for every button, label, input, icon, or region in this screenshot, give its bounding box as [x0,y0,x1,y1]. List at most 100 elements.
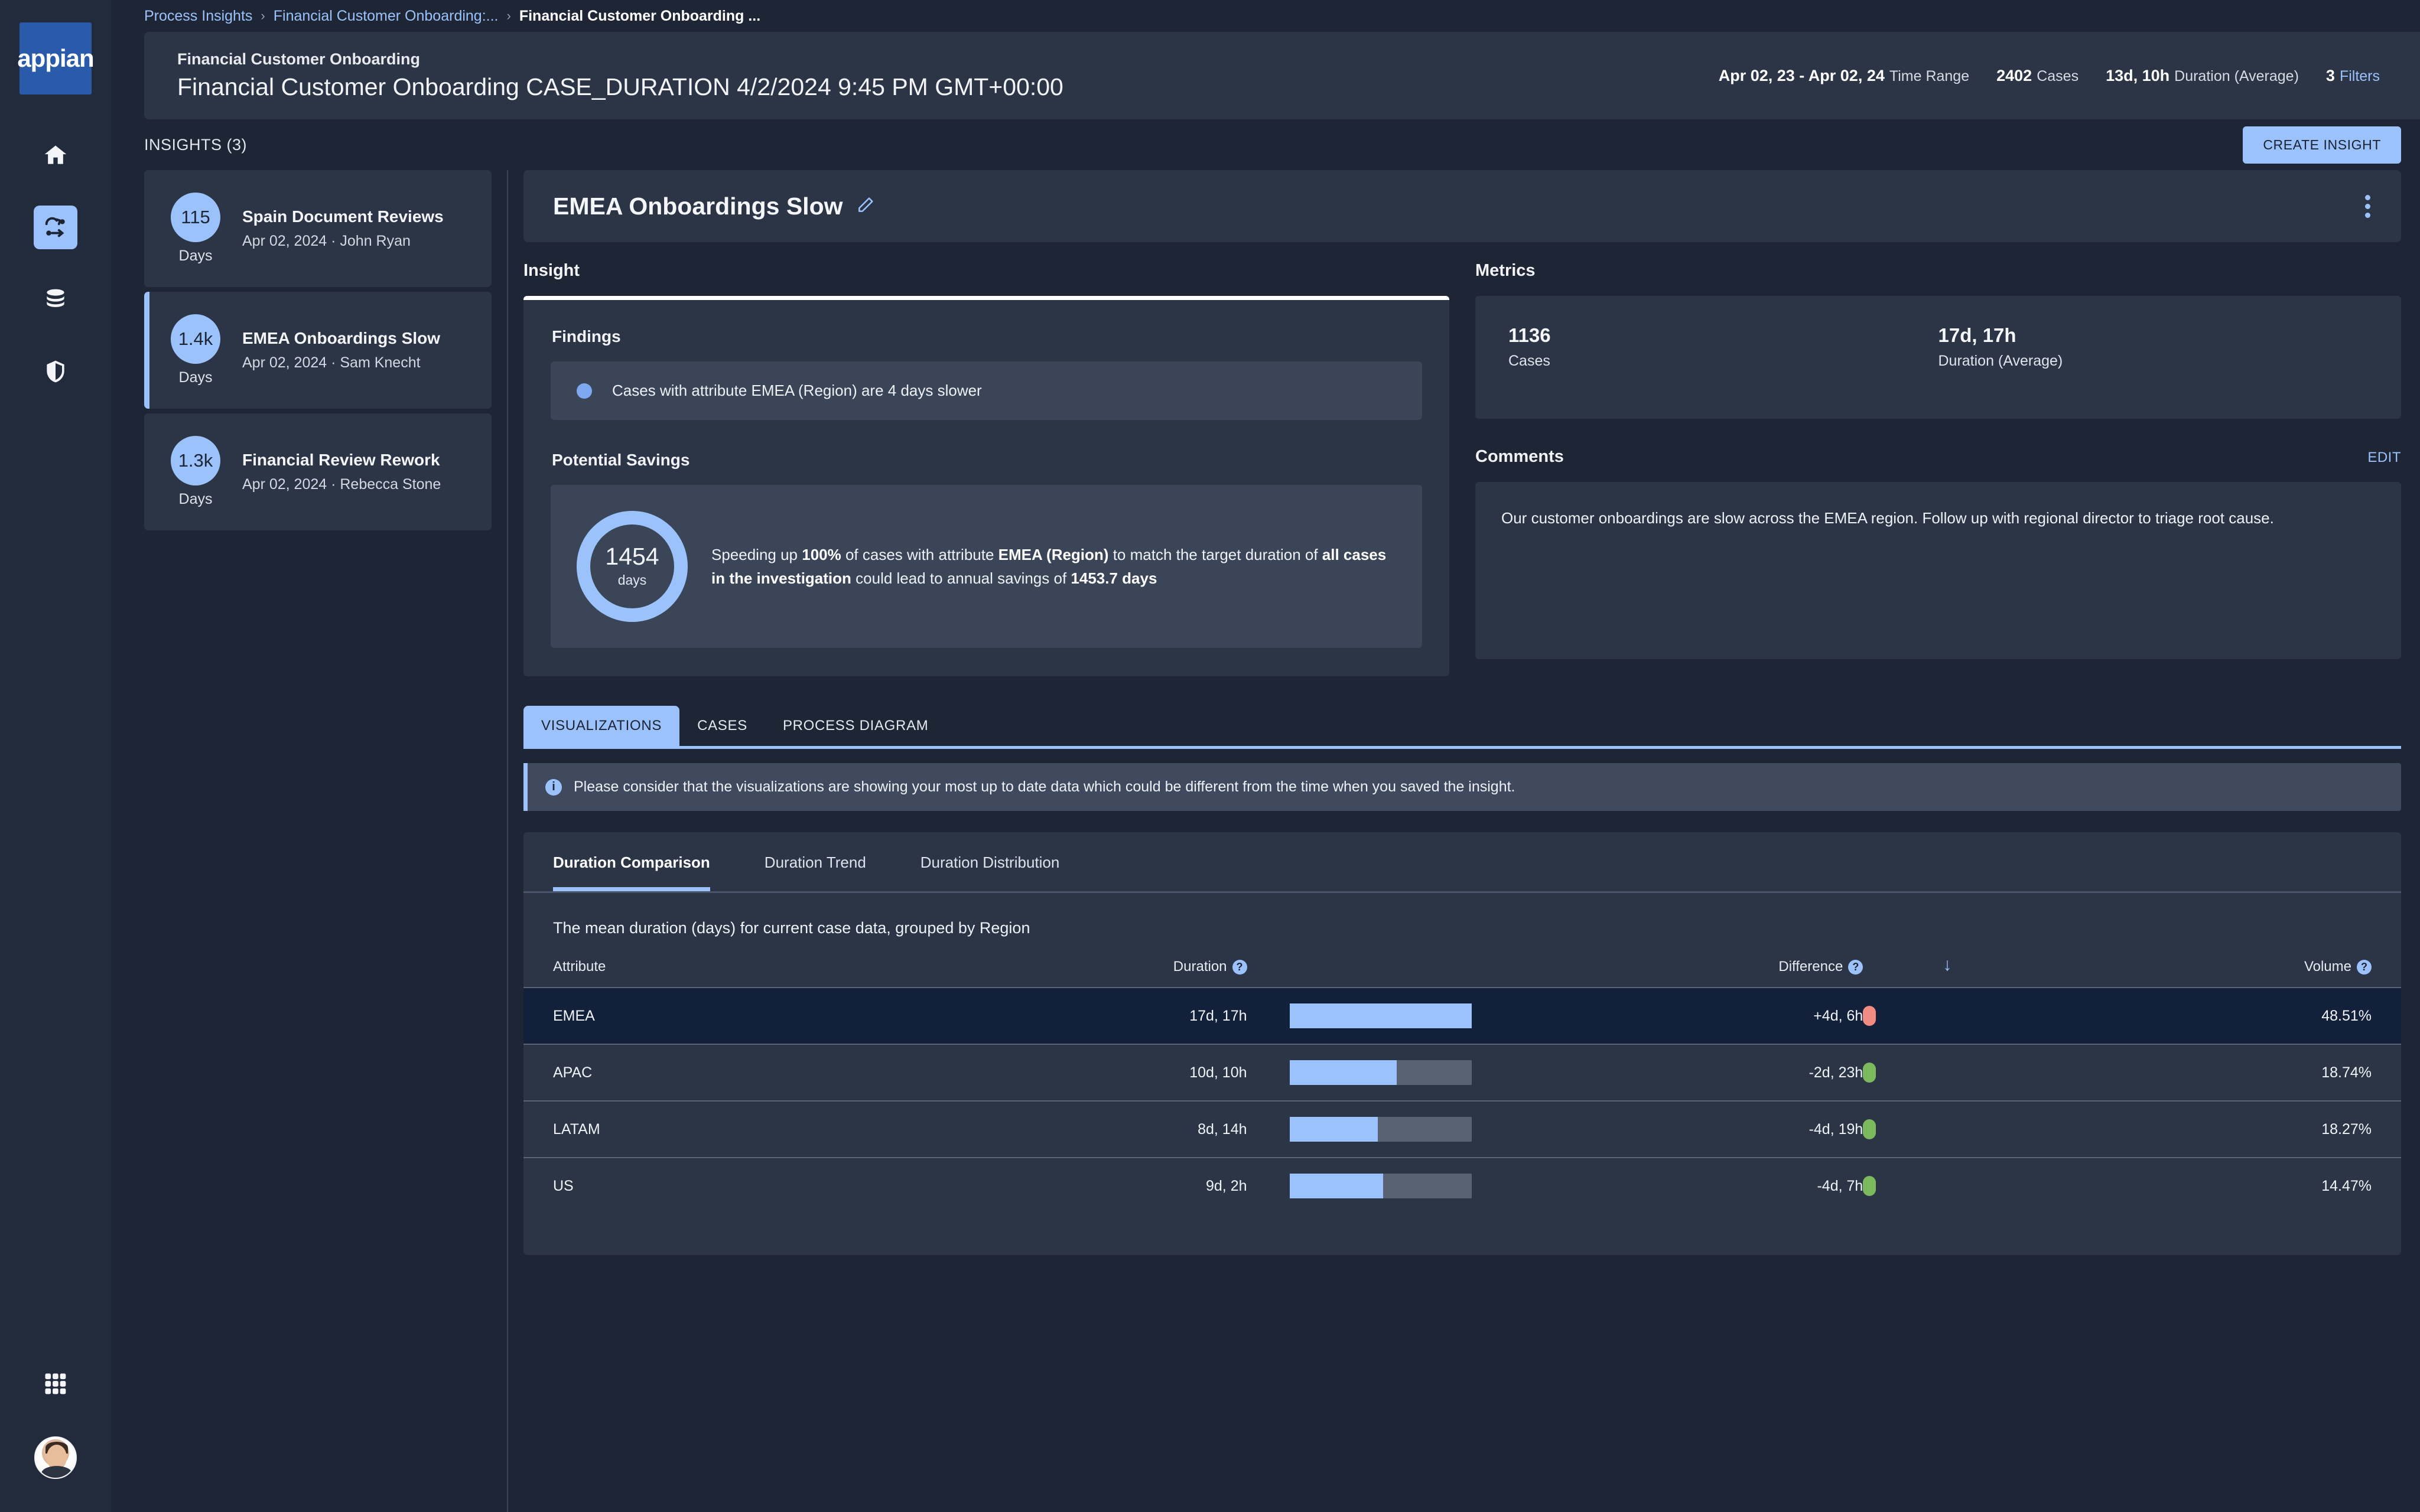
savings-plain: could lead to annual savings of [851,569,1071,587]
header-stats: Apr 02, 23 - Apr 02, 24Time Range 2402Ca… [1719,67,2380,85]
table-row[interactable]: LATAM8d, 14h-4d, 19h18.27% [523,1101,2401,1158]
cell-duration-bar [1247,1158,1472,1214]
stat-time-range: Apr 02, 23 - Apr 02, 24Time Range [1719,67,1969,85]
cell-status [1863,988,1951,1044]
insight-name: EMEA Onboardings Slow [242,329,440,348]
database-icon [43,286,69,312]
shield-icon [43,359,69,384]
breadcrumb-item-0[interactable]: Process Insights [144,8,252,25]
apps-grid-button[interactable] [34,1362,77,1406]
tab-cases[interactable]: CASES [679,706,765,746]
stat-cases-label: Cases [2037,68,2079,84]
table-body: EMEA17d, 17h+4d, 6h48.51%APAC10d, 10h-2d… [523,988,2401,1214]
duration-bar-fill [1290,1060,1397,1085]
process-header-card: Financial Customer Onboarding Financial … [144,32,2420,119]
column-header-volume-label: Volume [2304,959,2351,975]
insight-section-title: Insight [523,261,1449,281]
nav-security-button[interactable] [34,350,77,393]
subtab-duration-trend[interactable]: Duration Trend [765,832,866,891]
appian-logo[interactable]: appian [19,22,92,94]
stat-cases: 2402Cases [1996,67,2079,85]
insights-list: 115 Days Spain Document Reviews Apr 02, … [144,170,507,1512]
create-insight-button[interactable]: CREATE INSIGHT [2243,126,2401,164]
column-header-volume[interactable]: Volume? [1951,955,2401,988]
insight-left-column: Insight Findings Cases with attribute EM… [523,261,1449,676]
user-avatar[interactable] [34,1436,77,1479]
duration-comparison-card: Duration Comparison Duration Trend Durat… [523,832,2401,1255]
help-icon[interactable]: ? [2357,960,2372,975]
column-header-difference[interactable]: Difference? [1472,955,1863,988]
duration-bar-fill [1290,1117,1378,1142]
stat-filters[interactable]: 3Filters [2326,67,2380,85]
insights-toolbar: INSIGHTS (3) CREATE INSIGHT [111,119,2420,170]
column-header-sort-indicator[interactable]: ↓ [1863,955,1951,988]
info-banner: i Please consider that the visualization… [523,763,2401,811]
comments-text: Our customer onboardings are slow across… [1501,507,2375,530]
nav-data-button[interactable] [34,278,77,321]
process-insights-icon [42,214,69,241]
insight-box: Findings Cases with attribute EMEA (Regi… [523,296,1449,676]
table-row[interactable]: EMEA17d, 17h+4d, 6h48.51% [523,988,2401,1044]
help-icon[interactable]: ? [1232,960,1247,975]
insight-right-column: Metrics 1136 Cases 17d, 17h Duration (Av… [1475,261,2401,676]
insight-panels: Insight Findings Cases with attribute EM… [523,261,2401,676]
status-badge [1863,1006,1876,1026]
cell-duration-bar [1247,1044,1472,1101]
viz-subtab-bar: Duration Comparison Duration Trend Durat… [523,832,2401,893]
table-header: Attribute Duration? Difference? ↓ Volume… [523,955,2401,988]
rail-icon-group [34,133,77,393]
content-split: 115 Days Spain Document Reviews Apr 02, … [111,170,2420,1512]
duration-bar-track [1290,1174,1472,1198]
table-row[interactable]: US9d, 2h-4d, 7h14.47% [523,1158,2401,1214]
column-header-difference-label: Difference [1778,959,1843,975]
metric-cases-value: 1136 [1508,324,1938,347]
tab-process-diagram[interactable]: PROCESS DIAGRAM [765,706,946,746]
insight-badge-unit: Days [179,491,213,508]
header-titles: Financial Customer Onboarding Financial … [177,50,1063,101]
cell-attribute: EMEA [523,988,905,1044]
rail-bottom-group [0,1362,111,1479]
kebab-menu-icon[interactable] [2356,189,2380,224]
tab-visualizations[interactable]: VISUALIZATIONS [523,706,679,746]
column-header-duration[interactable]: Duration? [905,955,1247,988]
list-item-spain-document-reviews[interactable]: 115 Days Spain Document Reviews Apr 02, … [144,170,492,287]
chart-caption: The mean duration (days) for current cas… [523,893,2401,943]
metric-duration-label: Duration (Average) [1938,353,2369,370]
duration-bar-track [1290,1117,1472,1142]
cell-attribute: LATAM [523,1101,905,1158]
subtab-duration-distribution[interactable]: Duration Distribution [920,832,1060,891]
list-item-emea-onboardings-slow[interactable]: 1.4k Days EMEA Onboardings Slow Apr 02, … [144,292,492,409]
comments-box: Our customer onboardings are slow across… [1475,482,2401,659]
viz-tab-bar: VISUALIZATIONS CASES PROCESS DIAGRAM [523,706,2401,749]
breadcrumb-item-1[interactable]: Financial Customer Onboarding:... [274,8,499,25]
metric-duration-value: 17d, 17h [1938,324,2369,347]
help-icon[interactable]: ? [1848,960,1863,975]
pencil-icon[interactable] [856,193,875,220]
insight-badge-value: 115 [171,193,220,242]
subtab-duration-comparison[interactable]: Duration Comparison [553,832,710,891]
duration-bar-track [1290,1060,1472,1085]
savings-value: 1454 [605,545,659,569]
comments-title: Comments [1475,447,1564,467]
cell-status [1863,1158,1951,1214]
insight-badge: 1.4k Days [164,314,227,386]
info-banner-text: Please consider that the visualizations … [574,778,1515,796]
nav-process-insights-button[interactable] [34,206,77,249]
header-subtitle: Financial Customer Onboarding [177,50,1063,69]
stat-duration-value: 13d, 10h [2106,67,2169,84]
duration-comparison-table: Attribute Duration? Difference? ↓ Volume… [523,955,2401,1214]
nav-home-button[interactable] [34,133,77,177]
cell-duration: 10d, 10h [905,1044,1247,1101]
cell-volume: 14.47% [1951,1158,2401,1214]
duration-bar-fill [1290,1003,1472,1028]
comments-edit-button[interactable]: EDIT [2367,449,2401,466]
insight-name: Financial Review Rework [242,451,441,470]
info-icon: i [545,779,562,796]
column-header-attribute[interactable]: Attribute [523,955,905,988]
insight-badge: 1.3k Days [164,436,227,508]
cell-duration-bar [1247,988,1472,1044]
cell-attribute: US [523,1158,905,1214]
table-row[interactable]: APAC10d, 10h-2d, 23h18.74% [523,1044,2401,1101]
cell-difference: -4d, 7h [1472,1158,1863,1214]
list-item-financial-review-rework[interactable]: 1.3k Days Financial Review Rework Apr 02… [144,413,492,530]
